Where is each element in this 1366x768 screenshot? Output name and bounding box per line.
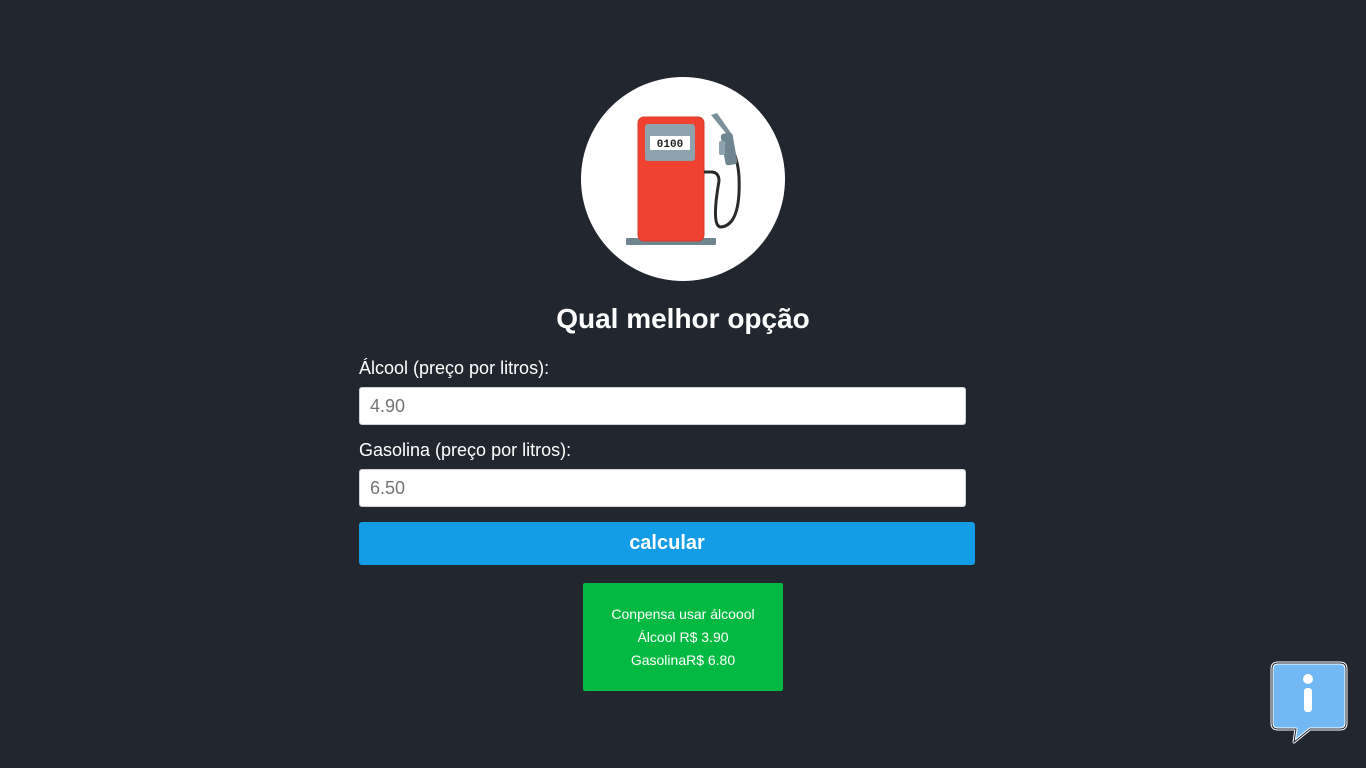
- calcular-button[interactable]: calcular: [359, 522, 975, 565]
- page-title: Qual melhor opção: [556, 303, 810, 334]
- info-chat-button[interactable]: [1270, 661, 1348, 745]
- result-alcool-price: Álcool R$ 3.90: [637, 628, 729, 645]
- result-message: Conpensa usar álcoool: [611, 605, 755, 622]
- alcool-price-input[interactable]: [359, 387, 966, 425]
- gasolina-label: Gasolina (preço por litros):: [359, 440, 572, 460]
- result-box: Conpensa usar álcoool Álcool R$ 3.90 Gas…: [583, 583, 783, 691]
- result-gasolina-price: GasolinaR$ 6.80: [630, 651, 736, 668]
- page: 0100 Qual melhor opção Álcool (preço por…: [0, 0, 1366, 768]
- info-icon: [1270, 661, 1348, 744]
- gasolina-price-input[interactable]: [359, 469, 966, 507]
- logo: 0100: [581, 77, 785, 281]
- alcool-label: Álcool (preço por litros):: [359, 358, 550, 378]
- svg-text:0100: 0100: [657, 139, 683, 151]
- fuel-pump-icon: 0100: [626, 113, 741, 245]
